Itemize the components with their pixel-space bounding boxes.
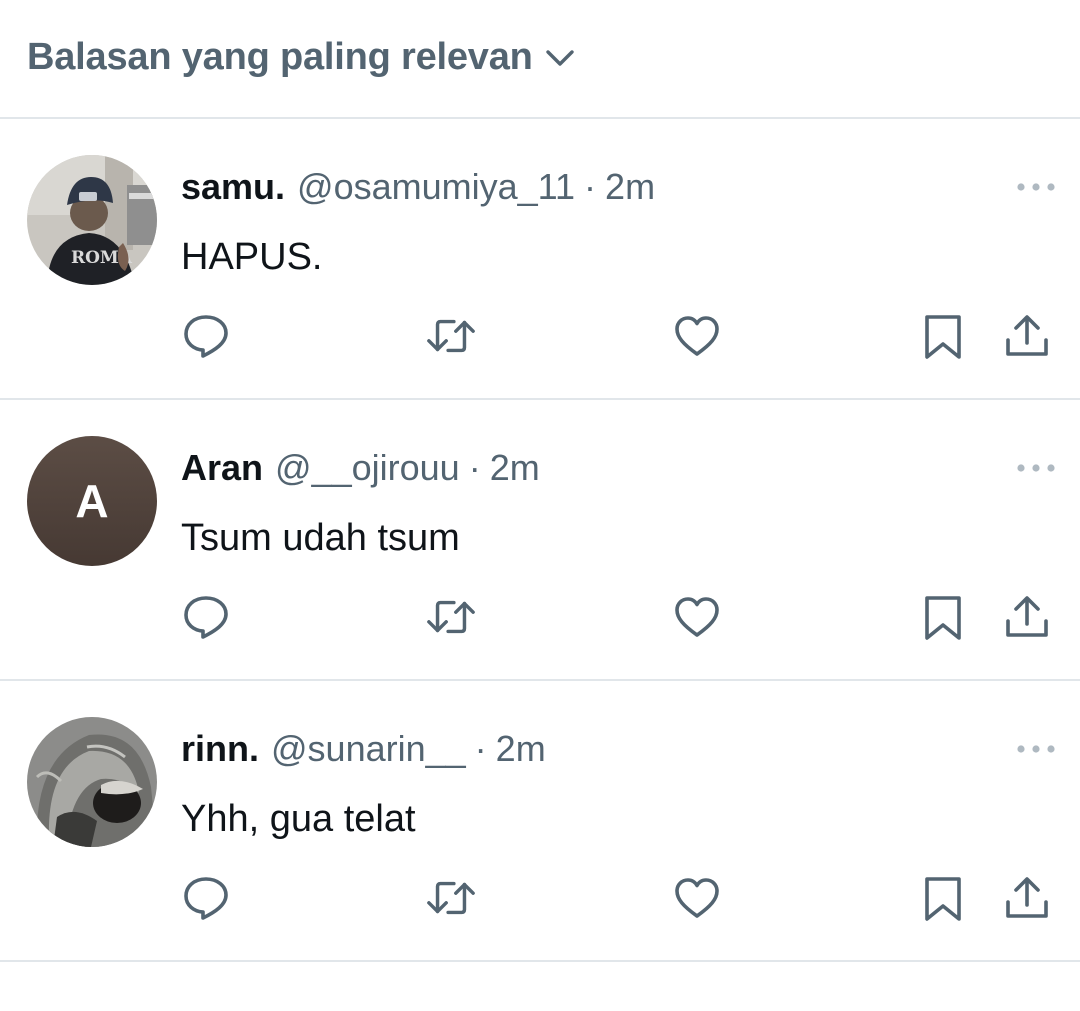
display-name[interactable]: Aran — [181, 446, 263, 490]
share-icon — [1006, 596, 1048, 637]
username[interactable]: @sunarin__ — [271, 727, 466, 771]
share-button[interactable] — [1002, 311, 1052, 361]
sort-label: Balasan yang paling relevan — [27, 36, 533, 78]
bookmark-icon — [925, 877, 961, 921]
reply-header: Aran @__ojirouu · 2m — [181, 446, 540, 490]
sort-dropdown[interactable]: Balasan yang paling relevan — [27, 36, 577, 79]
username[interactable]: @osamumiya_11 — [297, 165, 575, 209]
separator-dot: · — [468, 447, 481, 488]
reply-item[interactable]: A Aran @__ojirouu · 2m Tsum udah tsum — [0, 400, 1080, 681]
reply-icon — [184, 315, 228, 358]
reply-header: rinn. @sunarin__ · 2m — [181, 727, 546, 771]
reply-item[interactable]: rinn. @sunarin__ · 2m Yhh, gua telat — [0, 681, 1080, 962]
share-icon — [1006, 877, 1048, 918]
timestamp[interactable]: 2m — [605, 165, 655, 209]
like-icon — [675, 878, 719, 918]
avatar[interactable] — [27, 717, 157, 847]
avatar[interactable]: A — [27, 436, 157, 566]
username[interactable]: @__ojirouu — [275, 446, 460, 490]
share-button[interactable] — [1002, 592, 1052, 642]
bookmark-icon — [925, 596, 961, 640]
display-name[interactable]: rinn. — [181, 727, 259, 771]
avatar[interactable]: ROMA — [27, 155, 157, 285]
like-icon — [675, 597, 719, 637]
reply-header: samu. @osamumiya_11 · 2m — [181, 165, 655, 209]
timestamp[interactable]: 2m — [490, 446, 540, 490]
reply-icon — [184, 877, 228, 920]
separator-dot: · — [584, 166, 597, 207]
reply-button[interactable] — [181, 873, 231, 923]
retweet-icon — [427, 600, 475, 634]
reply-text: Tsum udah tsum — [181, 517, 460, 559]
reply-item[interactable]: ROMA samu. @osamumiya_11 · 2m HAPUS. — [0, 119, 1080, 400]
more-options-icon[interactable] — [1016, 460, 1056, 476]
retweet-button[interactable] — [426, 311, 476, 361]
chevron-down-icon — [546, 49, 574, 66]
reply-sort-bar: Balasan yang paling relevan — [0, 0, 1080, 119]
share-button[interactable] — [1002, 873, 1052, 923]
like-icon — [675, 316, 719, 356]
share-icon — [1006, 315, 1048, 356]
reply-button[interactable] — [181, 592, 231, 642]
user-photo: ROMA — [27, 155, 157, 285]
reply-text: Yhh, gua telat — [181, 798, 416, 840]
bookmark-button[interactable] — [918, 873, 968, 923]
retweet-icon — [427, 319, 475, 353]
like-button[interactable] — [672, 873, 722, 923]
retweet-button[interactable] — [426, 873, 476, 923]
reply-icon — [184, 596, 228, 639]
like-button[interactable] — [672, 311, 722, 361]
display-name[interactable]: samu. — [181, 165, 285, 209]
retweet-button[interactable] — [426, 592, 476, 642]
more-options-icon[interactable] — [1016, 179, 1056, 195]
bookmark-button[interactable] — [918, 311, 968, 361]
bookmark-button[interactable] — [918, 592, 968, 642]
reply-text: HAPUS. — [181, 236, 323, 278]
avatar-letter: A — [75, 475, 109, 527]
like-button[interactable] — [672, 592, 722, 642]
bookmark-icon — [925, 315, 961, 359]
user-photo — [27, 717, 157, 847]
more-options-icon[interactable] — [1016, 741, 1056, 757]
reply-button[interactable] — [181, 311, 231, 361]
timestamp[interactable]: 2m — [496, 727, 546, 771]
retweet-icon — [427, 881, 475, 915]
separator-dot: · — [474, 728, 487, 769]
